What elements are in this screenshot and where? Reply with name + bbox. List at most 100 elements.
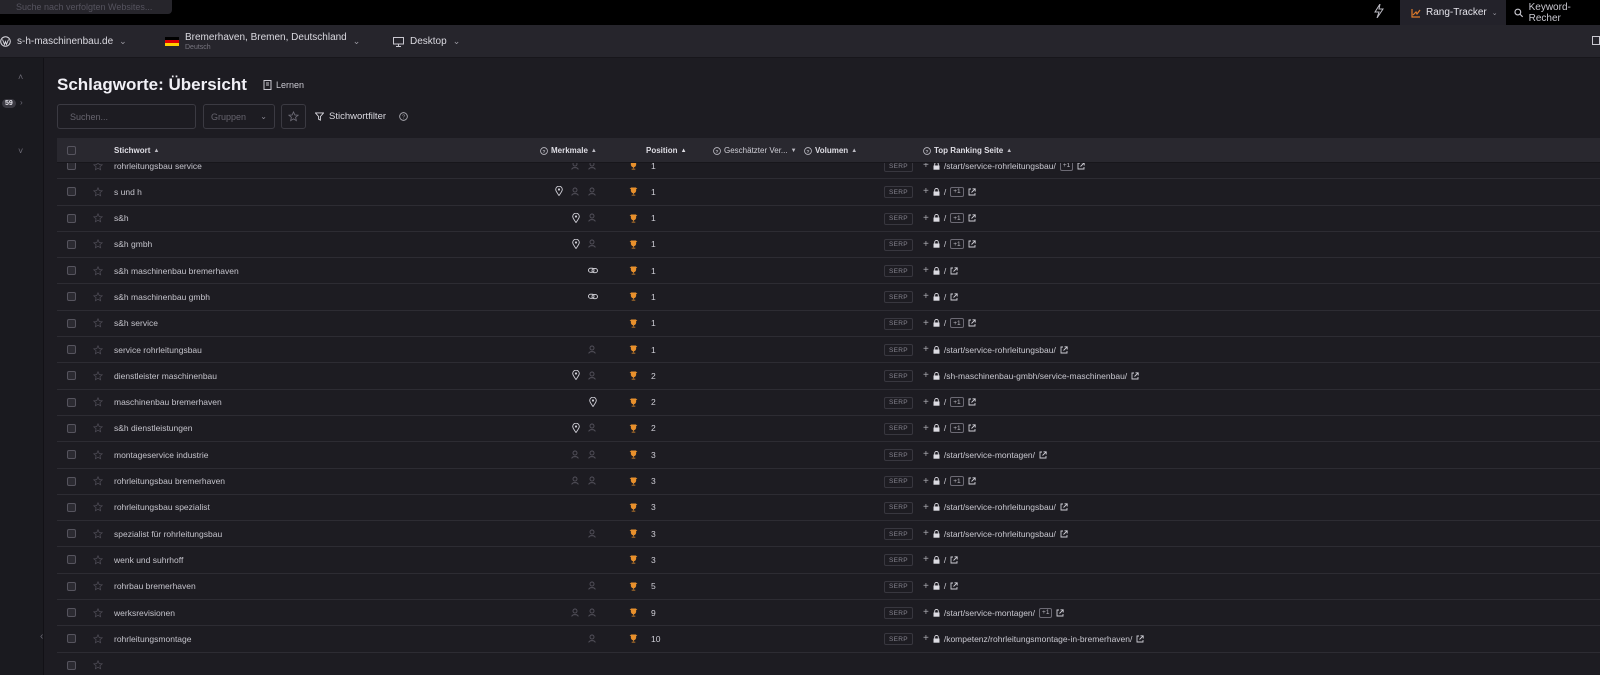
- extra-pages-badge[interactable]: +1: [950, 397, 964, 408]
- external-link-icon[interactable]: [968, 188, 976, 196]
- row-checkbox[interactable]: [67, 187, 76, 197]
- add-icon[interactable]: +: [923, 163, 929, 171]
- row-checkbox[interactable]: [67, 581, 76, 591]
- keyword-text[interactable]: s&h dienstleistungen: [114, 416, 192, 441]
- keyword-text[interactable]: wenk und suhrhoff: [114, 547, 183, 572]
- keyword-text[interactable]: s und h: [114, 179, 142, 204]
- add-icon[interactable]: +: [923, 344, 929, 355]
- table-row[interactable]: [57, 653, 1600, 675]
- keyword-text[interactable]: s&h: [114, 206, 129, 231]
- table-row[interactable]: maschinenbau bremerhaven 2 SERP + / +1: [57, 390, 1600, 416]
- external-link-icon[interactable]: [1131, 372, 1139, 380]
- add-icon[interactable]: +: [923, 423, 929, 434]
- serp-button[interactable]: SERP: [884, 422, 913, 435]
- star-icon[interactable]: [93, 370, 103, 381]
- serp-button[interactable]: SERP: [884, 291, 913, 304]
- add-icon[interactable]: +: [923, 370, 929, 381]
- add-icon[interactable]: +: [923, 397, 929, 408]
- external-link-icon[interactable]: [968, 398, 976, 406]
- row-checkbox[interactable]: [67, 634, 76, 644]
- extra-pages-badge[interactable]: +1: [950, 476, 964, 487]
- serp-button[interactable]: SERP: [884, 186, 913, 199]
- select-all-checkbox[interactable]: [67, 146, 76, 155]
- star-icon[interactable]: [93, 239, 103, 249]
- add-icon[interactable]: +: [923, 476, 929, 487]
- extra-pages-badge[interactable]: +1: [950, 423, 964, 434]
- device-selector[interactable]: Desktop ⌄: [393, 25, 460, 58]
- table-row[interactable]: s&h service 1 SERP + / +1: [57, 311, 1600, 338]
- table-row[interactable]: s&h 1 SERP + / +1: [57, 206, 1600, 232]
- star-icon[interactable]: [93, 476, 103, 486]
- table-row[interactable]: rohrleitungsbau spezialist 3 SERP + /start/s…: [57, 495, 1600, 522]
- external-link-icon[interactable]: [950, 582, 958, 590]
- external-link-icon[interactable]: [968, 477, 976, 485]
- location-selector[interactable]: Bremerhaven, Bremen, Deutschland Deutsch…: [165, 25, 360, 58]
- serp-button[interactable]: SERP: [884, 607, 913, 620]
- keyword-filter-button[interactable]: Stichwortfilter ?: [315, 104, 408, 129]
- tab-rank-tracker[interactable]: Rang-Tracker ⌄: [1400, 0, 1506, 25]
- col-position[interactable]: Position ▲: [646, 138, 687, 163]
- row-checkbox[interactable]: [67, 529, 76, 539]
- star-icon[interactable]: [93, 213, 103, 223]
- add-icon[interactable]: +: [923, 239, 929, 250]
- col-keyword[interactable]: Stichwort ▲: [114, 138, 159, 163]
- extra-pages-badge[interactable]: +1: [1039, 607, 1053, 618]
- table-row[interactable]: s&h maschinenbau gmbh 1 SERP + /: [57, 284, 1600, 311]
- table-row[interactable]: rohrleitungsbau service 1 SERP + /start/serv…: [57, 163, 1600, 180]
- panel-icon[interactable]: [1592, 36, 1600, 45]
- external-link-icon[interactable]: [950, 293, 958, 301]
- row-checkbox[interactable]: [67, 213, 76, 223]
- table-row[interactable]: rohrleitungsbau bremerhaven 3 SERP + / +1: [57, 469, 1600, 495]
- serp-button[interactable]: SERP: [884, 212, 913, 225]
- external-link-icon[interactable]: [1039, 451, 1047, 459]
- table-row[interactable]: s und h 1 SERP + / +1: [57, 179, 1600, 206]
- star-icon[interactable]: [93, 397, 103, 407]
- top-page-url[interactable]: /: [944, 555, 946, 565]
- serp-button[interactable]: SERP: [884, 501, 913, 514]
- keyword-text[interactable]: spezialist für rohrleitungsbau: [114, 521, 222, 546]
- serp-button[interactable]: SERP: [884, 528, 913, 541]
- table-row[interactable]: rohrleitungsmontage 10 SERP + /kompetenz/roh…: [57, 626, 1600, 653]
- add-icon[interactable]: +: [923, 607, 929, 618]
- top-page-url[interactable]: /start/service-rohrleitungsbau/: [944, 345, 1056, 355]
- top-page-url[interactable]: /: [944, 239, 946, 249]
- row-checkbox[interactable]: [67, 318, 76, 328]
- extra-pages-badge[interactable]: +1: [950, 239, 964, 250]
- table-row[interactable]: spezialist für rohrleitungsbau 3 SERP + /sta…: [57, 521, 1600, 548]
- serp-button[interactable]: SERP: [884, 396, 913, 409]
- table-row[interactable]: dienstleister maschinenbau 2 SERP + /sh-masc…: [57, 363, 1600, 390]
- chevron-right-icon[interactable]: ›: [20, 98, 23, 107]
- external-link-icon[interactable]: [968, 319, 976, 327]
- external-link-icon[interactable]: [968, 214, 976, 222]
- add-icon[interactable]: +: [923, 502, 929, 513]
- add-icon[interactable]: +: [923, 186, 929, 197]
- external-link-icon[interactable]: [968, 424, 976, 432]
- star-icon[interactable]: [93, 607, 103, 618]
- row-checkbox[interactable]: [67, 239, 76, 249]
- star-icon[interactable]: [93, 423, 103, 434]
- bolt-icon[interactable]: [1374, 4, 1384, 18]
- chevron-up-icon[interactable]: ˄: [18, 72, 23, 82]
- site-search-input[interactable]: [0, 0, 172, 14]
- serp-button[interactable]: SERP: [884, 580, 913, 593]
- add-icon[interactable]: +: [923, 581, 929, 592]
- top-page-url[interactable]: /: [944, 581, 946, 591]
- learn-link[interactable]: Lernen: [263, 80, 304, 90]
- star-icon[interactable]: [93, 528, 103, 539]
- row-checkbox[interactable]: [67, 345, 76, 355]
- table-row[interactable]: werksrevisionen 9 SERP + /start/service-mont…: [57, 600, 1600, 627]
- add-icon[interactable]: +: [923, 318, 929, 329]
- top-page-url[interactable]: /: [944, 292, 946, 302]
- star-icon[interactable]: [93, 554, 103, 565]
- top-page-url[interactable]: /: [944, 318, 946, 328]
- top-page-url[interactable]: /start/service-montagen/: [944, 608, 1035, 618]
- star-icon[interactable]: [93, 633, 103, 644]
- table-row[interactable]: s&h dienstleistungen 2 SERP + / +1: [57, 416, 1600, 443]
- table-row[interactable]: rohrbau bremerhaven 5 SERP + /: [57, 574, 1600, 601]
- favorites-button[interactable]: [281, 104, 306, 129]
- top-page-url[interactable]: /start/service-montagen/: [944, 450, 1035, 460]
- top-page-url[interactable]: /: [944, 187, 946, 197]
- external-link-icon[interactable]: [1060, 345, 1068, 354]
- col-top-page[interactable]: ? Top Ranking Seite ▲: [923, 138, 1012, 163]
- add-icon[interactable]: +: [923, 449, 929, 460]
